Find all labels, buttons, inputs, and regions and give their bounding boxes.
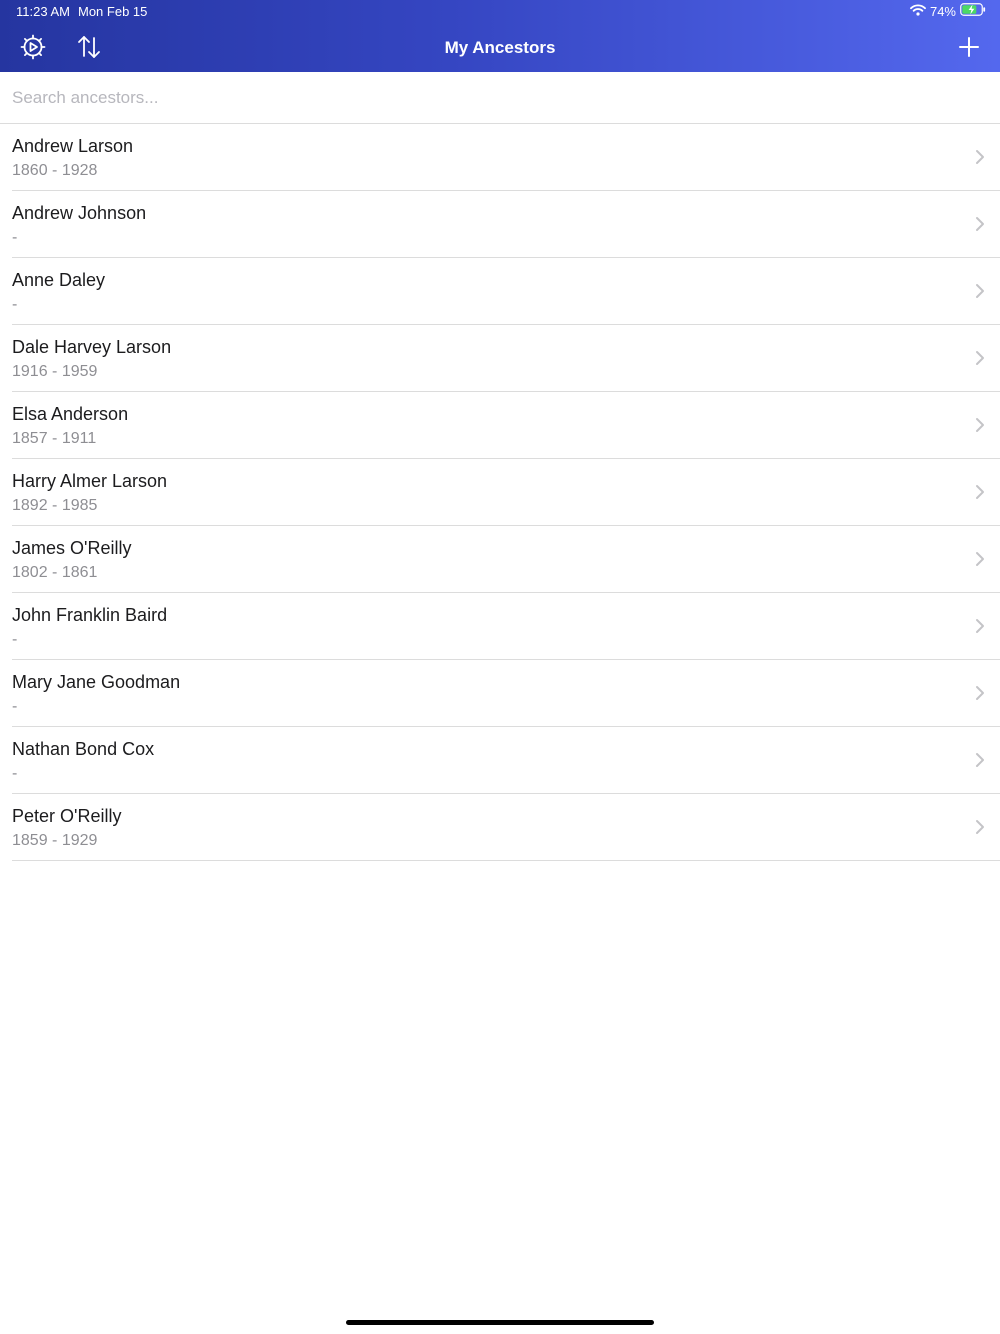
ancestor-dates: 1860 - 1928	[12, 162, 98, 179]
home-indicator[interactable]	[346, 1320, 654, 1325]
status-date: Mon Feb 15	[78, 4, 148, 19]
ancestor-row[interactable]: Peter O'Reilly 1859 - 1929	[12, 794, 1000, 861]
chevron-right-icon	[974, 684, 986, 702]
ancestor-name: Harry Almer Larson	[12, 471, 168, 491]
chevron-right-icon	[974, 751, 986, 769]
battery-percent: 74%	[929, 3, 956, 19]
ancestor-name: Mary Jane Goodman	[12, 672, 181, 692]
ancestor-name: Andrew Larson	[12, 136, 134, 156]
chevron-right-icon	[974, 148, 986, 166]
chevron-right-icon	[974, 282, 986, 300]
ancestor-name: John Franklin Baird	[12, 605, 168, 625]
ancestor-dates: -	[12, 631, 18, 648]
ancestor-row[interactable]: Andrew Johnson -	[12, 191, 1000, 258]
ancestor-name: Peter O'Reilly	[12, 806, 122, 826]
add-ancestor-button[interactable]	[954, 34, 984, 64]
ancestor-row[interactable]: Andrew Larson 1860 - 1928	[12, 124, 1000, 191]
status-time: 11:23 AM	[16, 4, 70, 19]
ancestor-dates: 1802 - 1861	[12, 564, 98, 581]
chevron-right-icon	[974, 416, 986, 434]
ancestor-dates: 1857 - 1911	[12, 430, 97, 447]
plus-icon	[958, 36, 980, 63]
ancestor-name: Andrew Johnson	[12, 203, 147, 223]
ancestor-name: Anne Daley	[12, 270, 106, 290]
ancestor-list: Andrew Larson 1860 - 1928 Andrew Johnson - A…	[12, 124, 1000, 861]
ancestor-row[interactable]: Elsa Anderson 1857 - 1911	[12, 392, 1000, 459]
ancestor-dates: -	[12, 229, 18, 246]
battery-charging-icon	[960, 3, 986, 19]
ancestor-row[interactable]: John Franklin Baird -	[12, 593, 1000, 660]
status-indicators: 74%	[910, 3, 986, 19]
ancestor-dates: -	[12, 698, 18, 715]
ancestor-dates: 1859 - 1929	[12, 832, 98, 849]
ancestor-dates: -	[12, 765, 18, 782]
ancestor-row[interactable]: James O'Reilly 1802 - 1861	[12, 526, 1000, 593]
ancestor-name: Elsa Anderson	[12, 404, 129, 424]
ancestor-name: James O'Reilly	[12, 538, 132, 558]
ancestor-name: Nathan Bond Cox	[12, 739, 155, 759]
ancestor-name: Dale Harvey Larson	[12, 337, 172, 357]
ancestor-dates: 1892 - 1985	[12, 497, 98, 514]
ancestor-dates: -	[12, 296, 18, 313]
ancestor-dates: 1916 - 1959	[12, 363, 98, 380]
app-root: 11:23 AM Mon Feb 15 74% My Ancestors Sea…	[0, 0, 1000, 1334]
ancestor-row[interactable]: Dale Harvey Larson 1916 - 1959	[12, 325, 1000, 392]
ancestor-row[interactable]: Harry Almer Larson 1892 - 1985	[12, 459, 1000, 526]
chevron-right-icon	[974, 483, 986, 501]
header-bar: 11:23 AM Mon Feb 15 74% My Ancestors	[0, 0, 1000, 72]
chevron-right-icon	[974, 818, 986, 836]
chevron-right-icon	[974, 550, 986, 568]
ancestor-row[interactable]: Anne Daley -	[12, 258, 1000, 325]
chevron-right-icon	[974, 349, 986, 367]
chevron-right-icon	[974, 215, 986, 233]
chevron-right-icon	[974, 617, 986, 635]
search-input[interactable]	[12, 72, 972, 123]
page-title: My Ancestors	[444, 38, 556, 57]
ancestor-row[interactable]: Mary Jane Goodman -	[12, 660, 1000, 727]
wifi-icon	[910, 3, 926, 19]
ancestor-row[interactable]: Nathan Bond Cox -	[12, 727, 1000, 794]
search-bar	[0, 72, 1000, 124]
